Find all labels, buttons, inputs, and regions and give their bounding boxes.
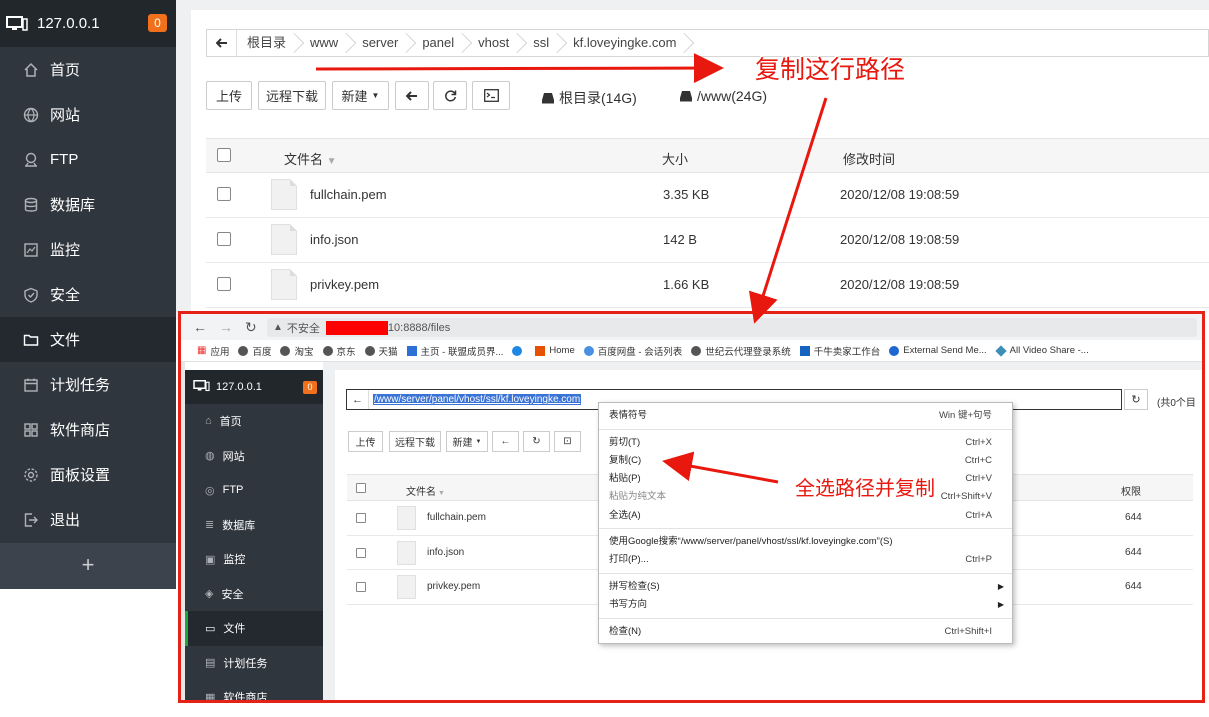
callout-select-all-copy: 全选路径并复制	[795, 476, 935, 500]
callout-copy-path: 复制这行路径	[755, 55, 906, 84]
arrow-to-breadcrumb	[315, 53, 724, 84]
arrow-to-screenshot	[748, 97, 828, 324]
annotation-arrows	[315, 53, 828, 484]
arrow-to-copy-item	[662, 451, 779, 484]
